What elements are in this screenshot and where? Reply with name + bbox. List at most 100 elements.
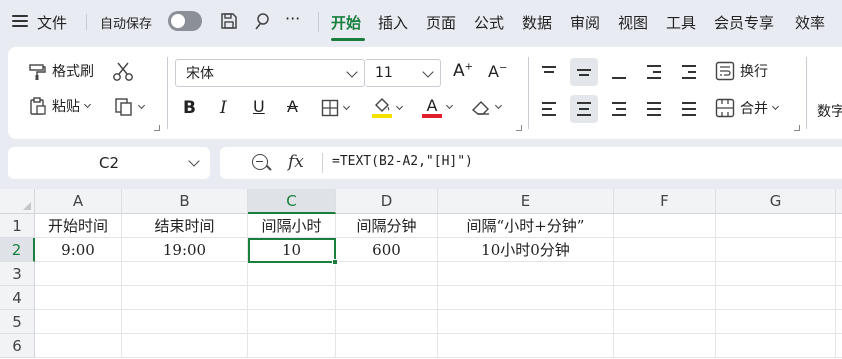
column-header-e[interactable]: E [438,189,614,214]
insert-function-button[interactable]: fx [288,152,304,172]
row-header-1[interactable]: 1 [0,214,35,238]
alignment-settings-icon[interactable] [794,125,800,131]
tab-review[interactable]: 审阅 [570,12,600,33]
number-format-button[interactable]: 数字 [817,101,842,121]
cell-f2[interactable] [614,238,716,262]
file-menu[interactable]: 文件 [37,12,67,33]
cell-c5[interactable] [248,310,336,334]
cell-d3[interactable] [336,262,438,286]
save-icon[interactable] [219,11,239,35]
tab-tools[interactable]: 工具 [666,12,696,33]
align-left-icon[interactable] [535,95,563,123]
column-header-d[interactable]: D [336,189,438,214]
font-settings-icon[interactable] [516,125,522,131]
fill-color-button[interactable] [372,97,404,119]
cell-b4[interactable] [122,286,248,310]
autosave-toggle[interactable] [168,11,202,31]
cell-d1[interactable]: 间隔分钟 [336,214,438,238]
underline-icon[interactable]: U [253,97,265,116]
cell-d2[interactable]: 600 [336,238,438,262]
cell-a6[interactable] [35,334,122,358]
cell-c6[interactable] [248,334,336,358]
cell-e6[interactable] [438,334,614,358]
row-header-6[interactable]: 6 [0,334,35,358]
cell-h4[interactable] [836,286,842,310]
cell-c1[interactable]: 间隔小时 [248,214,336,238]
hamburger-menu-icon[interactable] [12,15,28,27]
cell-f4[interactable] [614,286,716,310]
borders-button[interactable] [321,99,351,117]
distributed-align-icon[interactable] [675,95,703,123]
align-middle-icon[interactable] [570,58,598,86]
cell-b3[interactable] [122,262,248,286]
paste-button[interactable]: 粘贴 [28,96,92,116]
column-header-f[interactable]: F [614,189,716,214]
cell-d4[interactable] [336,286,438,310]
tab-page[interactable]: 页面 [426,12,456,33]
tab-formula[interactable]: 公式 [474,12,504,33]
cell-h2[interactable] [836,238,842,262]
tab-data[interactable]: 数据 [522,12,552,33]
search-replace-icon[interactable] [252,11,272,35]
strikethrough-icon[interactable]: A [287,97,298,116]
cell-b6[interactable] [122,334,248,358]
clipboard-settings-icon[interactable] [154,125,160,131]
cell-a2[interactable]: 9:00 [35,238,122,262]
zoom-icon[interactable] [252,154,268,170]
copy-button[interactable] [114,97,146,117]
cell-b1[interactable]: 结束时间 [122,214,248,238]
cell-e1[interactable]: 间隔“小时+分钟” [438,214,614,238]
decrease-indent-icon[interactable] [640,58,668,86]
tab-insert[interactable]: 插入 [378,12,408,33]
column-header-g[interactable]: G [716,189,836,214]
cell-h3[interactable] [836,262,842,286]
more-icon[interactable]: ··· [285,9,300,28]
cell-e3[interactable] [438,262,614,286]
cell-d5[interactable] [336,310,438,334]
align-center-icon[interactable] [570,95,598,123]
cell-f6[interactable] [614,334,716,358]
increase-indent-icon[interactable] [675,58,703,86]
cell-g2[interactable] [716,238,836,262]
align-top-icon[interactable] [535,58,563,86]
cell-g1[interactable] [716,214,836,238]
font-size-select[interactable]: 11 [365,59,441,87]
clear-button[interactable] [471,98,503,116]
row-header-4[interactable]: 4 [0,286,35,310]
cell-e4[interactable] [438,286,614,310]
tab-member[interactable]: 会员专享 [714,12,774,33]
cut-icon[interactable] [112,62,134,86]
cell-f3[interactable] [614,262,716,286]
cell-f1[interactable] [614,214,716,238]
bold-icon[interactable]: B [183,98,196,118]
cell-e2[interactable]: 10小时0分钟 [438,238,614,262]
row-header-5[interactable]: 5 [0,310,35,334]
tab-view[interactable]: 视图 [618,12,648,33]
name-box[interactable]: C2 [8,147,210,179]
row-header-2[interactable]: 2 [0,238,35,262]
increase-font-icon[interactable]: A+ [453,61,473,81]
align-right-icon[interactable] [605,95,633,123]
column-header-c[interactable]: C [248,189,336,214]
format-painter-button[interactable]: 格式刷 [28,61,94,81]
cell-c2[interactable]: 10 [248,238,336,262]
column-header-b[interactable]: B [122,189,248,214]
cell-g3[interactable] [716,262,836,286]
cell-c3[interactable] [248,262,336,286]
cell-h6[interactable] [836,334,842,358]
cell-b5[interactable] [122,310,248,334]
cell-a1[interactable]: 开始时间 [35,214,122,238]
formula-input[interactable]: =TEXT(B2-A2,"[H]") [332,154,473,169]
cell-a4[interactable] [35,286,122,310]
font-color-button[interactable]: A [422,96,454,119]
cell-e5[interactable] [438,310,614,334]
justify-icon[interactable] [640,95,668,123]
cell-g5[interactable] [716,310,836,334]
tab-home[interactable]: 开始 [331,12,361,33]
row-header-3[interactable]: 3 [0,262,35,286]
column-header-h[interactable] [836,189,842,214]
cell-h5[interactable] [836,310,842,334]
italic-icon[interactable]: I [220,98,227,118]
cell-a3[interactable] [35,262,122,286]
column-header-a[interactable]: A [35,189,122,214]
